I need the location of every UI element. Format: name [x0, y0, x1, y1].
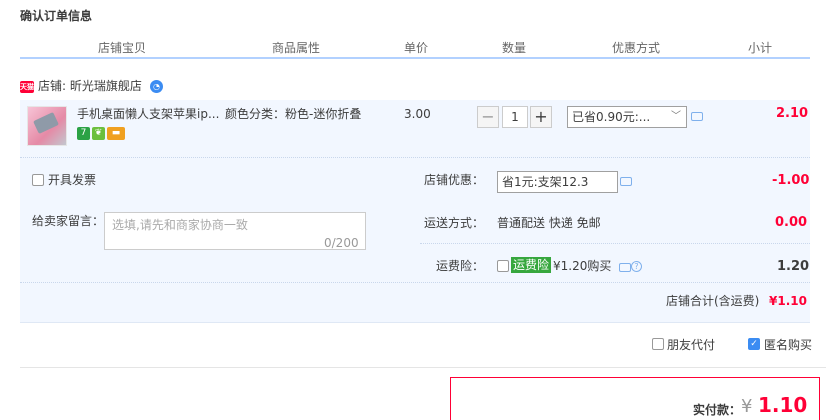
- col-header-shop-item: 店铺宝贝: [98, 41, 147, 55]
- seller-message-label: 给卖家留言：: [32, 214, 105, 228]
- qty-input[interactable]: [502, 106, 528, 128]
- seven-day-return-badge[interactable]: 7: [77, 127, 90, 140]
- header-divider: [20, 57, 810, 59]
- chat-bubble-icon[interactable]: [620, 177, 632, 186]
- tmall-icon: 天猫: [20, 81, 34, 93]
- payment-currency: ¥: [741, 396, 753, 417]
- col-header-discount: 优惠方式: [612, 41, 661, 55]
- qty-increase-button[interactable]: +: [530, 106, 552, 128]
- shipping-label: 运送方式：: [424, 216, 485, 230]
- col-header-price: 单价: [404, 41, 429, 55]
- insurance-price-text: ¥1.20购买: [553, 259, 612, 273]
- seller-message-placeholder: 选填,请先和商家协商一致: [112, 218, 248, 232]
- product-title-link[interactable]: 手机桌面懒人支架苹果ip...: [77, 106, 219, 122]
- product-attributes: 颜色分类：粉色-迷你折叠: [225, 107, 362, 121]
- shop-total-divider: [20, 282, 810, 283]
- shipping-method: 普通配送 快递 免邮: [497, 216, 601, 230]
- invoice-label[interactable]: 开具发票: [48, 172, 96, 188]
- chat-bubble-icon[interactable]: [619, 263, 631, 272]
- qty-decrease-button[interactable]: −: [477, 106, 499, 128]
- shop-name-link[interactable]: 店铺: 昕光瑞旗舰店: [38, 78, 142, 94]
- help-icon[interactable]: ?: [631, 261, 642, 272]
- invoice-checkbox[interactable]: [32, 174, 44, 186]
- insurance-divider: [420, 243, 810, 244]
- shop-badge-icon[interactable]: ◔: [150, 80, 163, 93]
- chevron-down-icon[interactable]: ﹀: [669, 110, 683, 124]
- insurance-value: 1.20: [777, 259, 810, 274]
- anonymous-checkbox[interactable]: ✓: [748, 338, 760, 350]
- payment-label: 实付款：: [693, 403, 742, 417]
- seller-message-count: 0/200: [324, 236, 359, 250]
- shop-discount-select[interactable]: 省1元:支架12.3: [497, 171, 618, 193]
- insurance-tag: 运费险: [511, 257, 552, 273]
- insurance-label: 运费险：: [436, 259, 485, 273]
- unit-price: 3.00: [404, 107, 431, 121]
- anonymous-label[interactable]: 匿名购买: [764, 337, 812, 353]
- shop-discount-label: 店铺优惠：: [424, 173, 485, 187]
- check-icon: ✓: [750, 339, 758, 349]
- payment-amount: 1.10: [758, 393, 808, 417]
- shop-discount-value: -1.00: [772, 173, 810, 188]
- insurance-checkbox[interactable]: [497, 260, 509, 272]
- credit-card-icon[interactable]: ▬: [107, 127, 125, 140]
- leaf-icon[interactable]: ❦: [92, 127, 105, 140]
- shop-total-label: 店铺合计(含运费): [666, 294, 760, 308]
- col-header-attributes: 商品属性: [272, 41, 321, 55]
- friend-pay-checkbox[interactable]: [652, 338, 664, 350]
- shop-total-value: ¥1.10: [769, 294, 807, 308]
- friend-pay-label[interactable]: 朋友代付: [667, 337, 715, 353]
- bottom-divider: [20, 367, 826, 368]
- col-header-quantity: 数量: [502, 41, 527, 55]
- chat-bubble-icon[interactable]: [691, 112, 703, 121]
- col-header-subtotal: 小计: [748, 41, 773, 55]
- shipping-cost: 0.00: [775, 215, 808, 230]
- item-subtotal: 2.10: [776, 106, 809, 121]
- section-title: 确认订单信息: [20, 9, 93, 23]
